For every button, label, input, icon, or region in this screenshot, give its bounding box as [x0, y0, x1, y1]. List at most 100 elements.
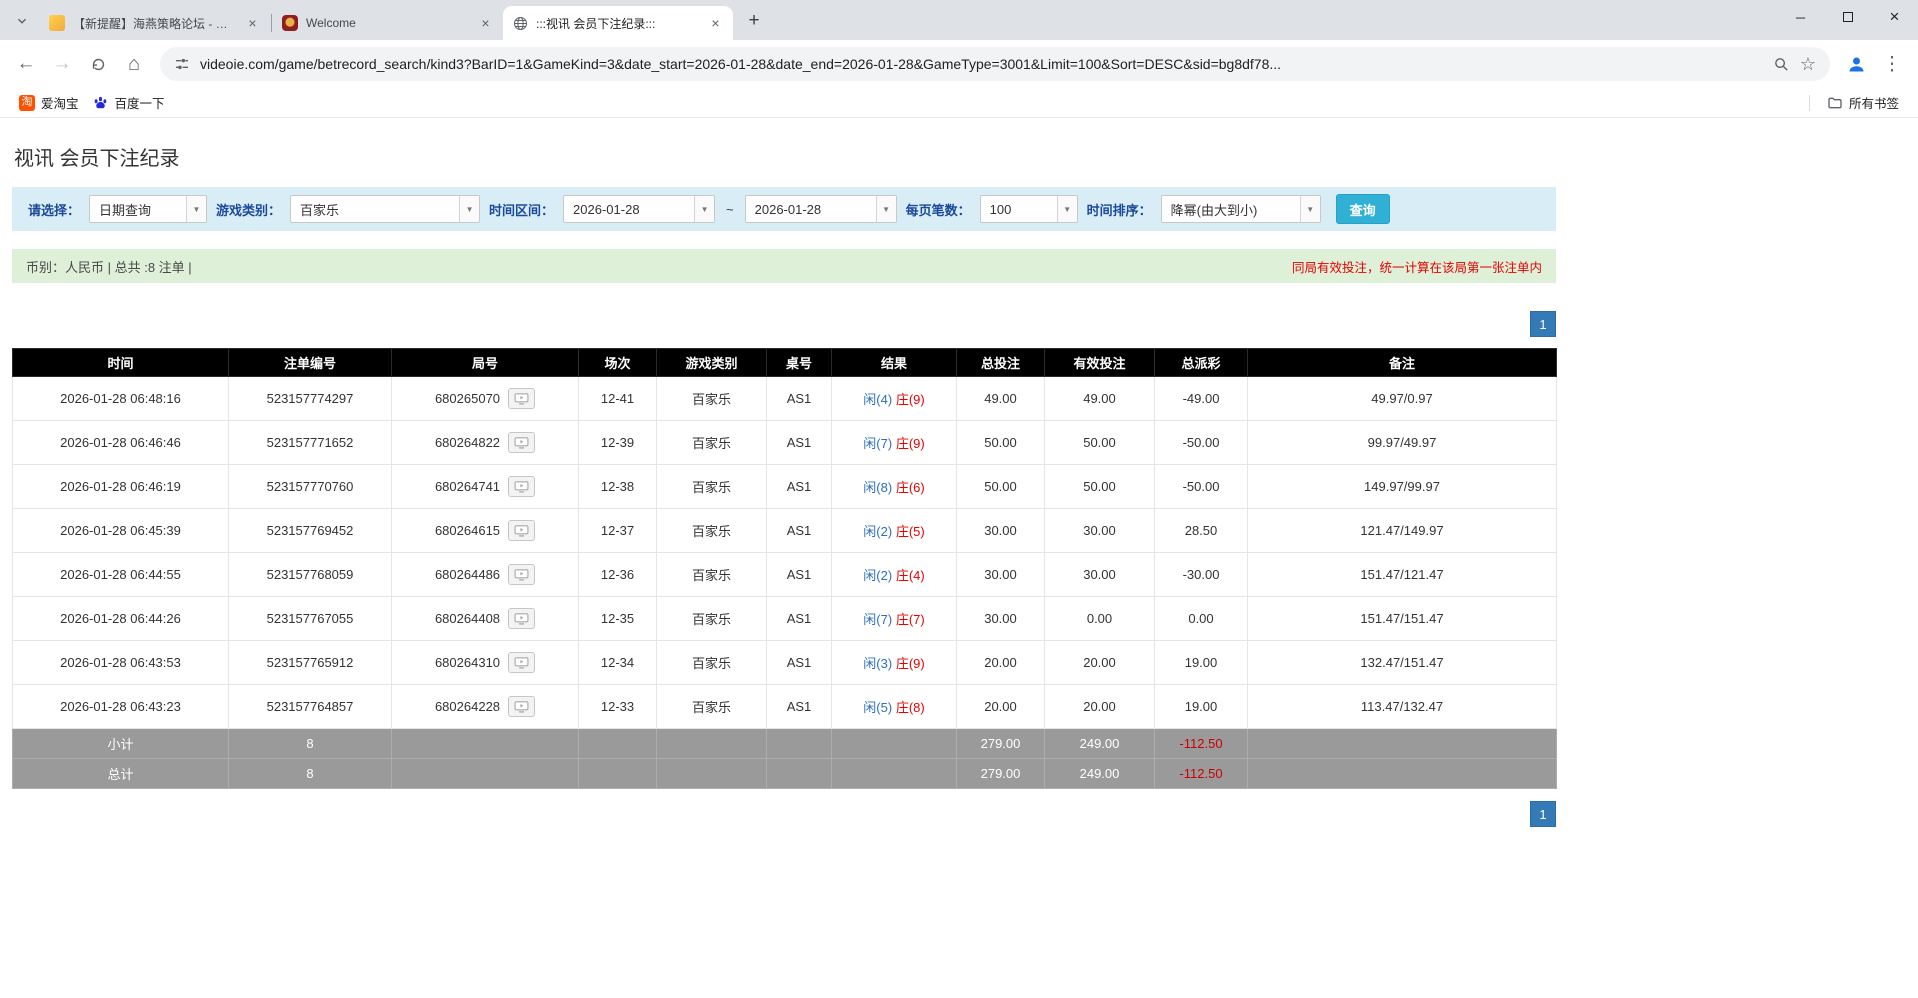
chevron-down-icon[interactable]: ▼ [1299, 196, 1320, 222]
cell-round-id: 680264228 [391, 684, 579, 729]
search-button[interactable]: 查询 [1335, 194, 1390, 224]
replay-button[interactable] [508, 608, 536, 629]
per-page-value: 100 [989, 201, 1012, 217]
cell-total-bet[interactable]: 20.00 [956, 640, 1045, 685]
chevron-down-icon[interactable]: ▼ [875, 196, 896, 222]
site-settings-icon[interactable] [174, 56, 190, 72]
result-player: 闲(7) [863, 612, 893, 627]
cell-bet-id: 523157771652 [228, 420, 392, 465]
maximize-button[interactable] [1824, 0, 1871, 34]
cell-total-bet[interactable]: 49.00 [956, 376, 1045, 421]
column-header: 桌号 [766, 348, 832, 377]
cell-total-bet[interactable]: 30.00 [956, 552, 1045, 597]
all-bookmarks-button[interactable]: 所有书签 [1820, 90, 1906, 115]
replay-button[interactable] [508, 696, 536, 717]
cell-game-type: 百家乐 [656, 420, 767, 465]
page-1-button[interactable]: 1 [1530, 801, 1556, 827]
cell-time: 2026-01-28 06:44:26 [12, 596, 229, 641]
bet-record-row: 2026-01-28 06:43:53 523157765912 680264310… [12, 640, 1557, 685]
bookmark-baidu[interactable]: 百度一下 [86, 90, 172, 115]
chevron-down-icon[interactable]: ▼ [459, 196, 480, 222]
cell-table-no: AS1 [766, 420, 832, 465]
profile-avatar[interactable] [1838, 46, 1874, 82]
replay-button[interactable] [508, 432, 536, 453]
column-header: 总派彩 [1154, 348, 1248, 377]
replay-button[interactable] [508, 652, 536, 673]
result-player: 闲(2) [863, 524, 893, 539]
cell-valid-bet: 50.00 [1044, 420, 1155, 465]
result-banker: 庄(9) [895, 392, 925, 407]
summary-total-bet: 279.00 [956, 728, 1045, 759]
cell-total-bet[interactable]: 30.00 [956, 508, 1045, 553]
cell-total-bet[interactable]: 20.00 [956, 684, 1045, 729]
home-icon: ⌂ [127, 52, 141, 75]
forward-button[interactable]: → [44, 46, 80, 82]
tab-search-button[interactable] [8, 7, 36, 35]
bookmark-taobao[interactable]: 淘 爱淘宝 [12, 90, 86, 115]
subtotal-row: 小计 8 279.00 249.00 -112.50 [12, 728, 1557, 759]
new-tab-button[interactable]: + [740, 7, 768, 35]
refresh-button[interactable] [80, 46, 116, 82]
replay-button[interactable] [508, 476, 536, 497]
result-banker: 庄(4) [895, 568, 925, 583]
minimize-button[interactable]: ─ [1777, 0, 1824, 34]
column-header: 场次 [578, 348, 657, 377]
summary-payout: -112.50 [1154, 728, 1248, 759]
menu-button[interactable]: ⋮ [1874, 46, 1910, 82]
game-type-label: 游戏类别： [216, 202, 282, 218]
cell-total-bet[interactable]: 30.00 [956, 596, 1045, 641]
cell-valid-bet: 49.00 [1044, 376, 1155, 421]
zoom-icon[interactable] [1773, 56, 1790, 73]
chevron-down-icon[interactable]: ▼ [694, 196, 715, 222]
column-header: 局号 [391, 348, 579, 377]
browser-tab-forum[interactable]: 【新提醒】海燕策略论坛 - 综合... × [40, 6, 270, 40]
result-player: 闲(8) [863, 480, 893, 495]
cell-session: 12-36 [578, 552, 657, 597]
cell-round-id: 680265070 [391, 376, 579, 421]
cell-session: 12-41 [578, 376, 657, 421]
per-page-label: 每页笔数： [905, 202, 971, 218]
sort-order-select[interactable]: 降幂(由大到小) ▼ [1160, 195, 1321, 223]
cell-table-no: AS1 [766, 376, 832, 421]
tab-close-icon[interactable]: × [707, 15, 724, 32]
back-button[interactable]: ← [8, 46, 44, 82]
cell-session: 12-35 [578, 596, 657, 641]
cell-note: 151.47/151.47 [1247, 596, 1557, 641]
close-window-button[interactable]: × [1871, 0, 1918, 34]
summary-label: 小计 [12, 728, 229, 759]
cell-total-bet[interactable]: 50.00 [956, 464, 1045, 509]
tab-close-icon[interactable]: × [477, 15, 494, 32]
page-title: 视讯 会员下注纪录 [14, 148, 180, 170]
bookmark-star-icon[interactable]: ☆ [1800, 54, 1816, 75]
replay-icon [514, 524, 529, 537]
cell-result: 闲(5) 庄(8) [831, 684, 957, 729]
tab-close-icon[interactable]: × [244, 15, 261, 32]
cell-round-id: 680264741 [391, 464, 579, 509]
cell-bet-id: 523157767055 [228, 596, 392, 641]
home-button[interactable]: ⌂ [116, 46, 152, 82]
bet-records-table: 时间 注单编号 局号 场次 游戏类别 桌号 结果 总投注 有效投注 总派彩 备注 2026-01-2… [12, 348, 1557, 789]
cell-result: 闲(4) 庄(9) [831, 376, 957, 421]
page-1-button[interactable]: 1 [1530, 311, 1556, 337]
bet-record-row: 2026-01-28 06:45:39 523157769452 680264615… [12, 508, 1557, 553]
query-type-select[interactable]: 日期查询 ▼ [89, 195, 208, 223]
browser-tab-betrecord[interactable]: :::视讯 会员下注纪录::: × [503, 6, 733, 40]
per-page-select[interactable]: 100 ▼ [979, 195, 1078, 223]
replay-button[interactable] [508, 520, 536, 541]
browser-tab-welcome[interactable]: Welcome × [273, 6, 503, 40]
address-bar[interactable]: videoie.com/game/betrecord_search/kind3?… [160, 47, 1830, 81]
globe-favicon-icon [512, 15, 528, 31]
date-start-select[interactable]: 2026-01-28 ▼ [563, 195, 716, 223]
cell-table-no: AS1 [766, 464, 832, 509]
date-end-select[interactable]: 2026-01-28 ▼ [744, 195, 897, 223]
replay-button[interactable] [508, 564, 536, 585]
url-text[interactable]: videoie.com/game/betrecord_search/kind3?… [200, 56, 1763, 72]
chevron-down-icon[interactable]: ▼ [1056, 196, 1077, 222]
game-type-select[interactable]: 百家乐 ▼ [290, 195, 481, 223]
replay-button[interactable] [508, 388, 536, 409]
chevron-down-icon[interactable]: ▼ [186, 196, 207, 222]
replay-icon [514, 392, 529, 405]
cell-total-bet[interactable]: 50.00 [956, 420, 1045, 465]
browser-toolbar: ← → ⌂ videoie.com/game/betrecord_search/… [0, 40, 1918, 88]
cell-game-type: 百家乐 [656, 684, 767, 729]
